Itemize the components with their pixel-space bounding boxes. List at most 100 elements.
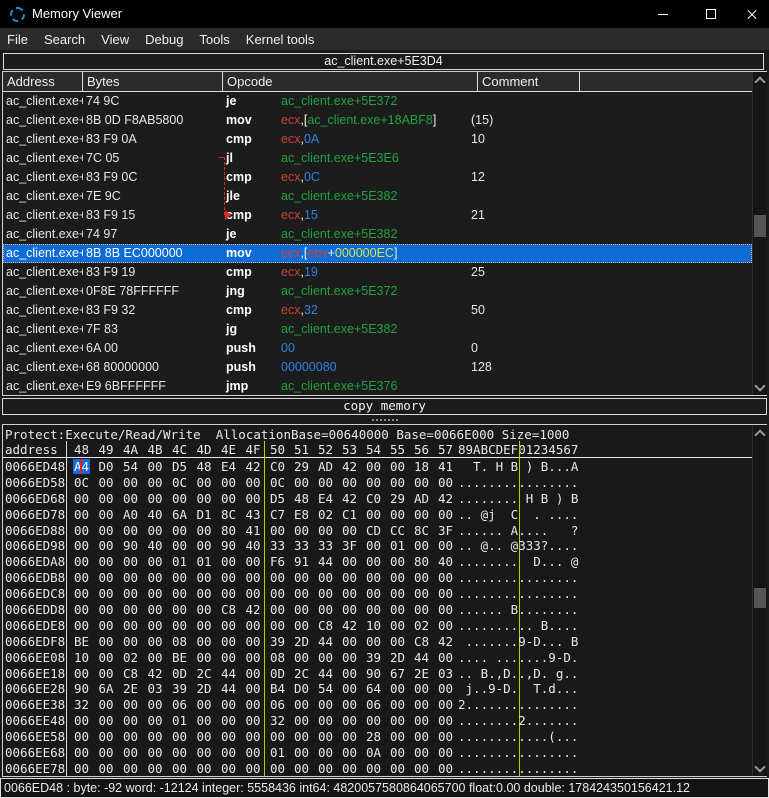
- hex-byte-cell[interactable]: 42: [342, 491, 357, 506]
- hex-byte-cell[interactable]: 00: [148, 459, 163, 474]
- hex-byte-cell[interactable]: 00: [342, 602, 357, 617]
- hex-byte-cell[interactable]: 00: [246, 475, 261, 490]
- hex-byte-cell[interactable]: 00: [197, 729, 212, 744]
- hex-byte-cell[interactable]: 00: [221, 491, 236, 506]
- hex-byte-cell[interactable]: D5: [172, 459, 187, 474]
- hex-byte-cell[interactable]: 00: [99, 491, 114, 506]
- splitter-grip[interactable]: [0, 417, 769, 423]
- hex-byte-cell[interactable]: 43: [246, 507, 261, 522]
- disasm-row[interactable]: ac_client.exe+7F 83jgac_client.exe+5E382: [3, 320, 752, 339]
- hex-byte-cell[interactable]: 00: [390, 729, 405, 744]
- hex-byte-cell[interactable]: 00: [74, 491, 89, 506]
- hex-row[interactable]: 0066EDD8000000000000C8420000000000000000…: [3, 602, 751, 618]
- hex-byte-cell[interactable]: 00: [123, 570, 138, 585]
- hex-byte-cell[interactable]: D1: [197, 507, 212, 522]
- copy-memory-button[interactable]: copy memory: [2, 398, 767, 415]
- hex-byte-cell[interactable]: 41: [438, 459, 453, 474]
- hex-byte-cell[interactable]: 00: [123, 618, 138, 633]
- hex-scroll-down-icon[interactable]: [756, 764, 763, 771]
- hex-byte-cell[interactable]: 00: [246, 713, 261, 728]
- hex-byte-cell[interactable]: 00: [148, 745, 163, 760]
- hex-byte-cell[interactable]: BE: [74, 634, 89, 649]
- disasm-row[interactable]: ac_client.exe+83 F9 19cmpecx,1925: [3, 263, 752, 282]
- hex-byte-cell[interactable]: 01: [197, 554, 212, 569]
- hex-byte-cell[interactable]: 00: [342, 729, 357, 744]
- hex-byte-cell[interactable]: 00: [246, 586, 261, 601]
- hex-byte-cell[interactable]: 00: [294, 523, 309, 538]
- hex-byte-cell[interactable]: 00: [148, 475, 163, 490]
- hex-byte-cell[interactable]: 00: [390, 570, 405, 585]
- hex-byte-cell[interactable]: 00: [148, 729, 163, 744]
- hex-byte-cell[interactable]: 80: [221, 523, 236, 538]
- hex-scroll-up-icon[interactable]: [756, 429, 763, 436]
- hex-byte-cell[interactable]: 00: [294, 586, 309, 601]
- hex-byte-cell[interactable]: 2C: [294, 666, 309, 681]
- hex-byte-cell[interactable]: 00: [438, 713, 453, 728]
- hex-byte-cell[interactable]: 29: [294, 459, 309, 474]
- hex-byte-cell[interactable]: 2E: [123, 681, 138, 696]
- hex-byte-cell[interactable]: 03: [148, 681, 163, 696]
- hex-byte-cell[interactable]: C8: [123, 666, 138, 681]
- hex-ascii-cell[interactable]: j..9-D. T.d...: [458, 681, 578, 696]
- hex-byte-cell[interactable]: 00: [366, 761, 381, 776]
- hex-byte-cell[interactable]: 00: [197, 745, 212, 760]
- disasm-row[interactable]: ac_client.exe+7E 9Cjleac_client.exe+5E38…: [3, 187, 752, 206]
- hex-byte-cell[interactable]: 29: [390, 491, 405, 506]
- hex-ascii-cell[interactable]: .......9-D... B: [458, 634, 578, 649]
- hex-byte-cell[interactable]: 00: [123, 729, 138, 744]
- hex-byte-cell[interactable]: 00: [366, 554, 381, 569]
- hex-byte-cell[interactable]: 06: [172, 697, 187, 712]
- hex-byte-cell[interactable]: 00: [221, 586, 236, 601]
- hex-row[interactable]: 0066EDC800000000000000000000000000000000…: [3, 586, 751, 602]
- hex-byte-cell[interactable]: 02: [318, 507, 333, 522]
- hex-byte-cell[interactable]: 00: [294, 475, 309, 490]
- hex-byte-cell[interactable]: 00: [246, 634, 261, 649]
- hex-byte-cell[interactable]: 00: [99, 523, 114, 538]
- hex-byte-cell[interactable]: 00: [438, 729, 453, 744]
- hex-ascii-cell[interactable]: ...... B........: [458, 602, 578, 617]
- hex-byte-cell[interactable]: 00: [318, 729, 333, 744]
- hex-byte-cell[interactable]: 06: [270, 697, 285, 712]
- menu-item-search[interactable]: Search: [41, 32, 88, 47]
- hex-byte-cell[interactable]: 00: [197, 618, 212, 633]
- hex-byte-cell[interactable]: 10: [74, 650, 89, 665]
- hex-byte-cell[interactable]: 00: [438, 745, 453, 760]
- hex-byte-cell[interactable]: 00: [366, 634, 381, 649]
- disasm-scrollbar-thumb[interactable]: [754, 215, 766, 237]
- hex-row[interactable]: 0066EE180000C8420D2C44000D2C440090672E03…: [3, 666, 751, 682]
- hex-byte-cell[interactable]: 00: [99, 634, 114, 649]
- hex-byte-cell[interactable]: 00: [390, 586, 405, 601]
- hex-row[interactable]: 0066EE4800000000010000003200000000000000…: [3, 713, 751, 729]
- hex-byte-cell[interactable]: 00: [270, 761, 285, 776]
- hex-byte-cell[interactable]: 0C: [74, 475, 89, 490]
- hex-byte-cell[interactable]: 18: [414, 459, 429, 474]
- hex-byte-cell[interactable]: 00: [414, 570, 429, 585]
- hex-byte-cell[interactable]: 00: [172, 602, 187, 617]
- hex-byte-cell[interactable]: 00: [390, 745, 405, 760]
- hex-byte-cell[interactable]: 80: [414, 554, 429, 569]
- hex-byte-cell[interactable]: 00: [294, 618, 309, 633]
- hex-byte-cell[interactable]: 44: [221, 666, 236, 681]
- hex-ascii-cell[interactable]: ................: [458, 745, 578, 760]
- hex-byte-cell[interactable]: 00: [74, 618, 89, 633]
- hex-byte-cell[interactable]: C1: [342, 507, 357, 522]
- hex-byte-cell[interactable]: 00: [99, 602, 114, 617]
- hex-byte-cell[interactable]: 00: [172, 618, 187, 633]
- hex-byte-cell[interactable]: 00: [197, 713, 212, 728]
- hex-byte-cell[interactable]: 00: [123, 713, 138, 728]
- hex-byte-cell[interactable]: 00: [148, 570, 163, 585]
- hex-byte-cell[interactable]: 42: [438, 634, 453, 649]
- hex-row[interactable]: 0066ED580C0000000C0000000C00000000000000…: [3, 475, 751, 491]
- hex-byte-cell[interactable]: 91: [294, 554, 309, 569]
- hex-byte-cell[interactable]: E4: [221, 459, 236, 474]
- hex-byte-cell[interactable]: 00: [246, 761, 261, 776]
- hex-byte-cell[interactable]: CD: [366, 523, 381, 538]
- hex-byte-cell[interactable]: 40: [246, 538, 261, 553]
- hex-byte-cell[interactable]: 00: [342, 554, 357, 569]
- scroll-up-icon[interactable]: [756, 76, 763, 83]
- hex-byte-cell[interactable]: D0: [99, 459, 114, 474]
- hex-row[interactable]: 0066ED48A4D05400D548E442C029AD4200001841…: [3, 459, 751, 475]
- title-bar[interactable]: Memory Viewer: [0, 0, 769, 28]
- hex-byte-cell[interactable]: 02: [123, 650, 138, 665]
- hex-byte-cell[interactable]: 00: [318, 523, 333, 538]
